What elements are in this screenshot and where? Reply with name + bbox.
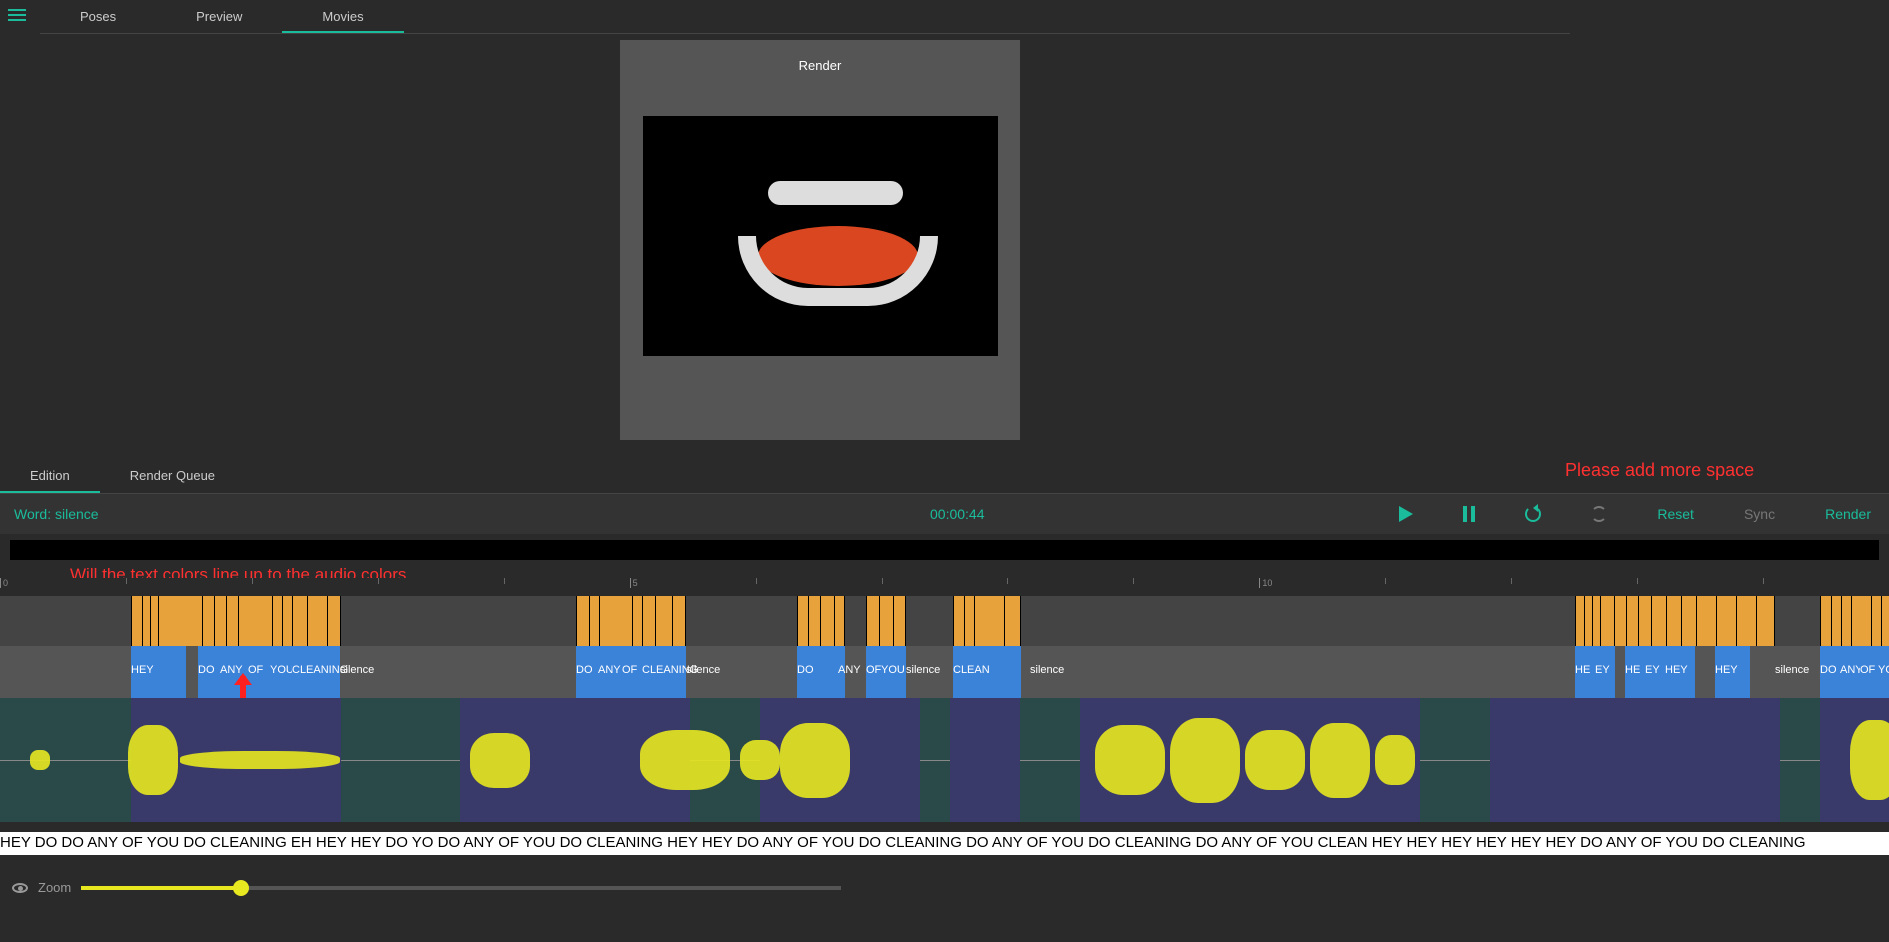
word-segment-label: DO xyxy=(198,664,215,676)
word-segment-label: HEY xyxy=(131,664,154,676)
word-segment-label: OF xyxy=(1860,664,1875,676)
word-segment-label: EY xyxy=(1595,664,1610,676)
word-segment-label: HE xyxy=(1575,664,1590,676)
word-segment-label: silence xyxy=(906,664,940,676)
timeline-ruler[interactable]: 0 5 10 xyxy=(0,578,1889,592)
timecode: 00:00:44 xyxy=(930,506,985,522)
waveform-peak xyxy=(1310,723,1370,798)
word-segment-label: HEY xyxy=(1665,664,1688,676)
zoom-control: Zoom xyxy=(12,880,841,895)
waveform-peak xyxy=(128,725,178,795)
render-card-title: Render xyxy=(620,40,1020,91)
waveform-peak xyxy=(1375,735,1415,785)
ruler-tick: 0 xyxy=(0,578,8,588)
sync-button[interactable]: Sync xyxy=(1744,506,1775,522)
tab-render-queue[interactable]: Render Queue xyxy=(100,458,245,493)
word-segment-label: YOU xyxy=(881,664,905,676)
ruler-tick xyxy=(1511,578,1512,584)
tab-movies[interactable]: Movies xyxy=(282,0,403,33)
replay-icon[interactable] xyxy=(1525,506,1541,522)
reset-button[interactable]: Reset xyxy=(1657,506,1694,522)
ruler-tick xyxy=(1763,578,1764,584)
word-track[interactable]: HEYDOANYOFYOUCLEANINGsilenceDOANYOFCLEAN… xyxy=(0,646,1889,698)
word-segment-label: silence xyxy=(1775,664,1809,676)
ruler-tick xyxy=(1007,578,1008,584)
ruler-tick xyxy=(1385,578,1386,584)
mouth-upper-lip xyxy=(768,181,903,205)
transcript-text[interactable]: HEY DO DO ANY OF YOU DO CLEANING EH HEY … xyxy=(0,832,1889,855)
waveform-region xyxy=(1490,698,1780,822)
phoneme-segment[interactable] xyxy=(131,596,341,646)
phoneme-track[interactable] xyxy=(0,596,1889,646)
waveform-track[interactable] xyxy=(0,698,1889,822)
timeline-scrubber[interactable] xyxy=(10,540,1879,560)
phoneme-segment[interactable] xyxy=(1575,596,1775,646)
word-segment-label: silence xyxy=(686,664,720,676)
word-segment-label: YOU xyxy=(1878,664,1889,676)
mouth-lower-lip xyxy=(738,236,938,306)
hamburger-icon[interactable] xyxy=(8,6,26,24)
word-segment-label: DO xyxy=(576,664,593,676)
ruler-tick xyxy=(882,578,883,584)
ruler-tick xyxy=(1637,578,1638,584)
waveform-peak xyxy=(1850,720,1889,800)
waveform-peak xyxy=(780,723,850,798)
play-icon[interactable] xyxy=(1399,506,1413,522)
zoom-slider-handle[interactable] xyxy=(233,880,249,896)
current-word: Word: silence xyxy=(14,506,99,522)
waveform-peak xyxy=(1170,718,1240,803)
phoneme-segment[interactable] xyxy=(797,596,845,646)
waveform-peak xyxy=(740,740,780,780)
word-segment-label: silence xyxy=(340,664,374,676)
tab-preview[interactable]: Preview xyxy=(156,0,282,33)
ruler-tick xyxy=(504,578,505,584)
render-button[interactable]: Render xyxy=(1825,506,1871,522)
word-segment-label: YOU xyxy=(270,664,294,676)
word-segment-label: ANY xyxy=(838,664,861,676)
ruler-tick xyxy=(1133,578,1134,584)
waveform-peak xyxy=(180,751,340,769)
zoom-slider[interactable] xyxy=(81,886,841,890)
visibility-icon[interactable] xyxy=(12,883,28,893)
tab-poses[interactable]: Poses xyxy=(40,0,156,33)
word-segment-label: DO xyxy=(1820,664,1837,676)
word-segment-label: ANY xyxy=(598,664,621,676)
word-segment-label: HE xyxy=(1625,664,1640,676)
transport-bar: Word: silence 00:00:44 Reset Sync Render xyxy=(0,494,1889,534)
phoneme-segment[interactable] xyxy=(866,596,906,646)
zoom-label: Zoom xyxy=(38,880,71,895)
ruler-tick xyxy=(378,578,379,584)
word-segment-label: EY xyxy=(1645,664,1660,676)
word-segment-label: CLEAN xyxy=(953,664,990,676)
pause-icon[interactable] xyxy=(1463,506,1475,522)
word-segment-label: silence xyxy=(1030,664,1064,676)
render-preview[interactable] xyxy=(643,116,998,356)
ruler-tick xyxy=(126,578,127,584)
ruler-tick: 10 xyxy=(1259,578,1272,588)
ruler-tick: 5 xyxy=(630,578,638,588)
waveform-peak xyxy=(1095,725,1165,795)
word-segment-label: OF xyxy=(866,664,881,676)
tab-edition[interactable]: Edition xyxy=(0,458,100,493)
sync-icon[interactable] xyxy=(1591,506,1607,522)
render-card: Render xyxy=(620,40,1020,440)
waveform-peak xyxy=(1245,730,1305,790)
phoneme-segment[interactable] xyxy=(1820,596,1889,646)
word-segment-label: DO xyxy=(797,664,814,676)
ruler-tick xyxy=(756,578,757,584)
phoneme-segment[interactable] xyxy=(953,596,1021,646)
waveform-peak xyxy=(640,730,730,790)
waveform-peak xyxy=(470,733,530,788)
phoneme-segment[interactable] xyxy=(576,596,686,646)
ruler-tick xyxy=(252,578,253,584)
waveform-peak xyxy=(30,750,50,770)
waveform-region xyxy=(950,698,1020,822)
word-segment-label: HEY xyxy=(1715,664,1738,676)
top-tabs: Poses Preview Movies xyxy=(40,0,1570,34)
word-segment-label: OF xyxy=(622,664,637,676)
annotation-add-space: Please add more space xyxy=(1565,460,1754,481)
